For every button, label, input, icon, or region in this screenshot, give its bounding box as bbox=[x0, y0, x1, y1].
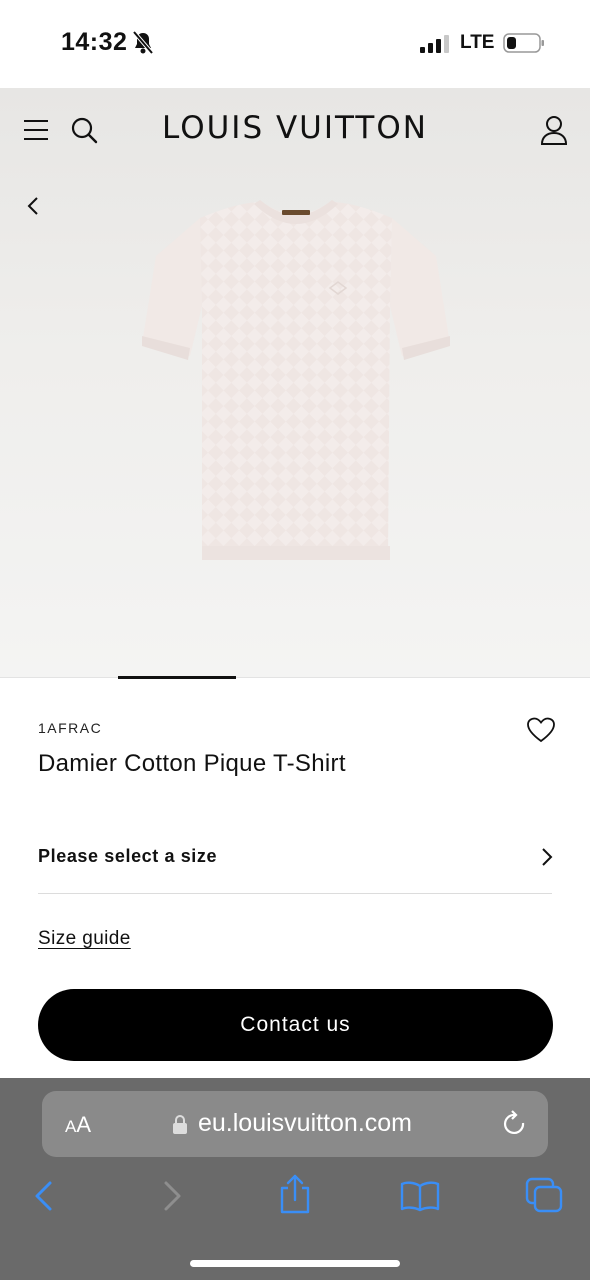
tabs-icon[interactable] bbox=[525, 1177, 563, 1213]
brand-logo[interactable]: LOUIS VUITTON bbox=[0, 110, 590, 146]
contact-us-label: Contact us bbox=[240, 1013, 351, 1036]
product-sku: 1AFRAC bbox=[38, 720, 103, 736]
signal-icon bbox=[420, 35, 449, 53]
bell-slash-icon bbox=[132, 31, 154, 55]
home-indicator bbox=[190, 1260, 400, 1267]
size-selector[interactable]: Please select a size bbox=[38, 830, 553, 894]
url-text[interactable]: eu.louisvuitton.com bbox=[198, 1109, 412, 1138]
forward-icon[interactable] bbox=[162, 1180, 184, 1212]
battery-icon bbox=[503, 33, 544, 53]
back-icon[interactable] bbox=[32, 1180, 54, 1212]
share-icon[interactable] bbox=[278, 1174, 312, 1214]
carousel-track bbox=[0, 677, 590, 678]
size-guide-link[interactable]: Size guide bbox=[38, 928, 131, 950]
carousel-indicator bbox=[118, 676, 236, 679]
contact-us-button[interactable]: Contact us bbox=[38, 989, 553, 1061]
gallery-previous-icon[interactable] bbox=[24, 194, 44, 218]
chevron-right-icon bbox=[542, 848, 553, 866]
bookmarks-icon[interactable] bbox=[400, 1180, 440, 1212]
status-time: 14:32 bbox=[61, 28, 128, 56]
size-selector-label: Please select a size bbox=[38, 846, 218, 866]
network-label: LTE bbox=[460, 32, 495, 53]
product-title: Damier Cotton Pique T-Shirt bbox=[38, 750, 346, 777]
reload-icon[interactable] bbox=[502, 1110, 528, 1138]
heart-icon[interactable] bbox=[527, 717, 555, 743]
text-size-button[interactable]: AA bbox=[65, 1112, 91, 1138]
lock-icon bbox=[173, 1115, 187, 1134]
account-icon[interactable] bbox=[540, 115, 568, 145]
tshirt-image bbox=[142, 200, 450, 560]
status-bar: 14:32 LTE bbox=[0, 0, 590, 88]
